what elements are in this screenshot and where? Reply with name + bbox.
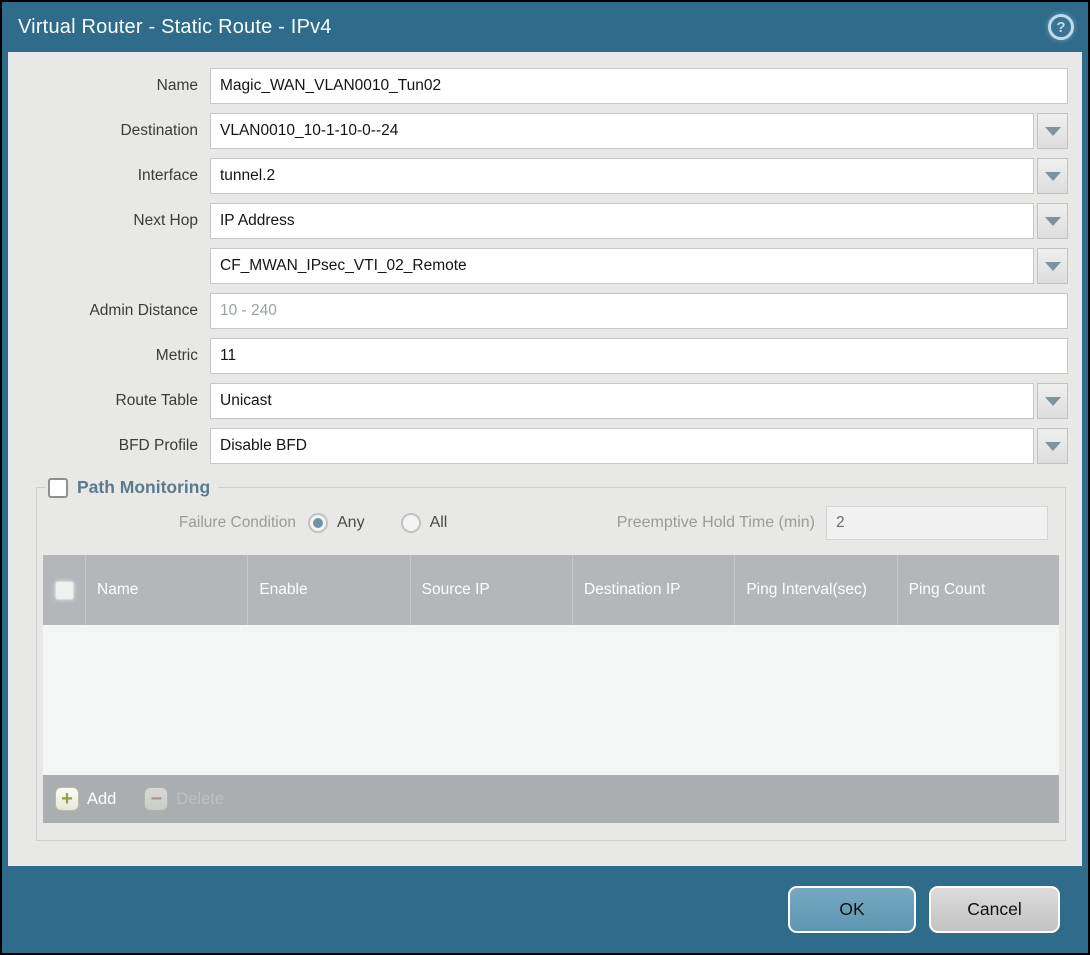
preemptive-hold-time-label: Preemptive Hold Time (min): [617, 514, 826, 532]
column-header-enable[interactable]: Enable: [247, 555, 409, 625]
chevron-down-icon: [1045, 262, 1061, 271]
cancel-button[interactable]: Cancel: [929, 886, 1060, 933]
path-monitoring-table: Name Enable Source IP Destination IP Pin…: [43, 555, 1059, 823]
dialog-content: Name Destination Interface: [8, 52, 1082, 866]
next-hop-address-input[interactable]: [210, 248, 1034, 284]
next-hop-type-dropdown-button[interactable]: [1037, 203, 1068, 239]
path-monitoring-title: Path Monitoring: [77, 477, 210, 498]
plus-icon: +: [55, 787, 79, 811]
title-bar: Virtual Router - Static Route - IPv4 ?: [2, 2, 1088, 52]
column-header-ping-interval[interactable]: Ping Interval(sec): [734, 555, 896, 625]
destination-label: Destination: [18, 122, 210, 140]
table-header-select-cell: [43, 555, 85, 625]
bfd-profile-input[interactable]: [210, 428, 1034, 464]
name-label: Name: [18, 77, 210, 95]
form-row-next-hop-value: [18, 248, 1068, 284]
column-header-ping-count[interactable]: Ping Count: [897, 555, 1059, 625]
chevron-down-icon: [1045, 442, 1061, 451]
route-table-input[interactable]: [210, 383, 1034, 419]
chevron-down-icon: [1045, 127, 1061, 136]
metric-input[interactable]: [210, 338, 1068, 374]
chevron-down-icon: [1045, 172, 1061, 181]
next-hop-type-input[interactable]: [210, 203, 1034, 239]
interface-input[interactable]: [210, 158, 1034, 194]
form-row-bfd-profile: BFD Profile: [18, 428, 1068, 464]
next-hop-address-dropdown-button[interactable]: [1037, 248, 1068, 284]
failure-condition-radio-all[interactable]: [401, 513, 421, 533]
path-monitoring-checkbox[interactable]: [48, 478, 68, 498]
minus-icon: −: [144, 787, 168, 811]
destination-input[interactable]: [210, 113, 1034, 149]
form-row-name: Name: [18, 68, 1068, 104]
form-row-destination: Destination: [18, 113, 1068, 149]
interface-dropdown-button[interactable]: [1037, 158, 1068, 194]
column-header-destination-ip[interactable]: Destination IP: [572, 555, 734, 625]
chevron-down-icon: [1045, 217, 1061, 226]
form-row-admin-distance: Admin Distance: [18, 293, 1068, 329]
preemptive-hold-time-input[interactable]: [826, 506, 1048, 540]
bfd-profile-label: BFD Profile: [18, 437, 210, 455]
form-row-next-hop: Next Hop: [18, 203, 1068, 239]
table-toolbar: + Add − Delete: [43, 775, 1059, 823]
column-header-source-ip[interactable]: Source IP: [410, 555, 572, 625]
delete-button[interactable]: − Delete: [144, 787, 224, 811]
admin-distance-input[interactable]: [210, 293, 1068, 329]
admin-distance-label: Admin Distance: [18, 302, 210, 320]
column-header-name[interactable]: Name: [85, 555, 247, 625]
form-row-interface: Interface: [18, 158, 1068, 194]
chevron-down-icon: [1045, 397, 1061, 406]
metric-label: Metric: [18, 347, 210, 365]
form-row-route-table: Route Table: [18, 383, 1068, 419]
path-monitoring-legend: Path Monitoring: [46, 477, 218, 498]
table-body-empty: [43, 625, 1059, 775]
route-table-label: Route Table: [18, 392, 210, 410]
select-all-checkbox[interactable]: [55, 581, 74, 600]
failure-condition-any-label: Any: [337, 514, 365, 532]
failure-condition-row: Failure Condition Any All Preemptive Hol…: [46, 506, 1056, 540]
failure-condition-radio-any[interactable]: [308, 513, 328, 533]
dialog-window: Virtual Router - Static Route - IPv4 ? N…: [0, 0, 1090, 955]
next-hop-label: Next Hop: [18, 212, 210, 230]
delete-button-label: Delete: [176, 790, 224, 809]
dialog-title: Virtual Router - Static Route - IPv4: [18, 16, 332, 39]
table-header-row: Name Enable Source IP Destination IP Pin…: [43, 555, 1059, 625]
interface-label: Interface: [18, 167, 210, 185]
add-button-label: Add: [87, 790, 116, 809]
failure-condition-all-label: All: [430, 514, 448, 532]
ok-button[interactable]: OK: [788, 886, 916, 933]
route-table-dropdown-button[interactable]: [1037, 383, 1068, 419]
add-button[interactable]: + Add: [55, 787, 116, 811]
destination-dropdown-button[interactable]: [1037, 113, 1068, 149]
path-monitoring-section: Path Monitoring Failure Condition Any Al…: [36, 477, 1066, 841]
name-input[interactable]: [210, 68, 1068, 104]
bfd-profile-dropdown-button[interactable]: [1037, 428, 1068, 464]
help-icon[interactable]: ?: [1048, 14, 1074, 40]
form-row-metric: Metric: [18, 338, 1068, 374]
failure-condition-label: Failure Condition: [46, 514, 308, 532]
dialog-footer: OK Cancel: [2, 866, 1088, 953]
